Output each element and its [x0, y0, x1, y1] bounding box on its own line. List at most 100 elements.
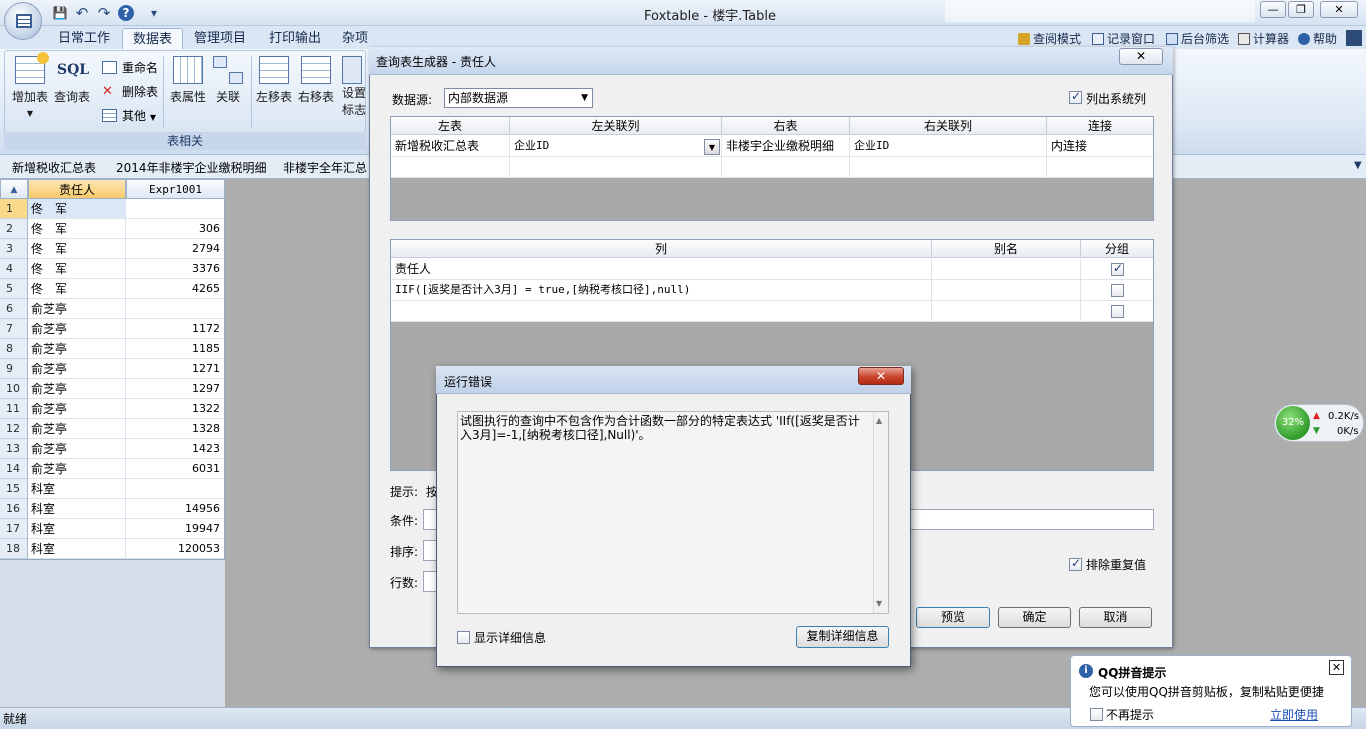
scroll-up-icon[interactable]: ▲ [876, 416, 882, 425]
cell-expr1001[interactable]: 19947 [126, 519, 224, 539]
column-alias-cell[interactable] [932, 259, 1081, 280]
cell-expr1001[interactable]: 6031 [126, 459, 224, 479]
row-number[interactable]: 12 [0, 419, 28, 439]
cell-owner[interactable]: 俞芝亭 [28, 399, 126, 419]
cell-expr1001[interactable]: 1423 [126, 439, 224, 459]
row-number[interactable]: 14 [0, 459, 28, 479]
cell-expr1001[interactable]: 306 [126, 219, 224, 239]
quick-access-dropdown-icon[interactable]: ▾ [146, 5, 162, 21]
row-number[interactable]: 16 [0, 499, 28, 519]
row-number[interactable]: 17 [0, 519, 28, 539]
tab-print-output[interactable]: 打印输出 [259, 28, 331, 50]
tab-manage-project[interactable]: 管理项目 [184, 28, 256, 50]
cell-expr1001[interactable]: 1328 [126, 419, 224, 439]
query-dialog-close-button[interactable]: ✕ [1119, 48, 1163, 65]
row-number[interactable]: 6 [0, 299, 28, 319]
move-right-button[interactable]: 右移表 [294, 56, 338, 105]
qq-popup-close-button[interactable]: ✕ [1329, 660, 1344, 675]
join-cell-right-column[interactable]: 企业ID [850, 136, 1047, 157]
join-empty-cell[interactable] [850, 157, 1047, 178]
relation-button[interactable]: 关联 [206, 56, 250, 105]
cell-owner[interactable]: 俞芝亭 [28, 419, 126, 439]
error-message-scrollbar[interactable] [873, 412, 888, 613]
cell-owner[interactable]: 佟 军 [28, 239, 126, 259]
delete-table-button[interactable]: ✕ 删除表 [102, 82, 158, 102]
list-system-columns-checkbox[interactable] [1069, 89, 1082, 104]
join-header-left-table[interactable]: 左表 [391, 117, 510, 135]
cell-expr1001[interactable] [126, 479, 224, 499]
cell-owner[interactable]: 佟 军 [28, 219, 126, 239]
ribbon-collapse-icon[interactable] [1346, 30, 1362, 46]
doc-tab-tax-summary[interactable]: 新增税收汇总表 [12, 159, 96, 176]
save-icon[interactable]: 💾 [52, 5, 68, 21]
cell-expr1001[interactable] [126, 199, 224, 219]
column-header-owner[interactable]: 责任人 [28, 179, 126, 199]
redo-icon[interactable]: ↷ [96, 5, 112, 21]
doc-tab-tax-detail-2014[interactable]: 2014年非楼宇企业缴税明细 [116, 159, 267, 176]
cell-expr1001[interactable]: 1185 [126, 339, 224, 359]
cell-owner[interactable]: 俞芝亭 [28, 339, 126, 359]
help-icon[interactable]: ? [118, 5, 134, 21]
preview-button[interactable]: 预览 [916, 607, 990, 628]
cell-expr1001[interactable]: 120053 [126, 539, 224, 559]
row-number[interactable]: 13 [0, 439, 28, 459]
restore-button[interactable]: ❐ [1288, 1, 1314, 18]
cell-expr1001[interactable]: 14956 [126, 499, 224, 519]
doc-tab-annual-summary[interactable]: 非楼宇全年汇总 [283, 159, 367, 176]
ok-button[interactable]: 确定 [998, 607, 1071, 628]
cell-owner[interactable]: 俞芝亭 [28, 379, 126, 399]
doc-tabs-dropdown-icon[interactable]: ▼ [1354, 160, 1362, 171]
error-dialog-close-button[interactable]: ✕ [858, 367, 904, 385]
cell-expr1001[interactable]: 1172 [126, 319, 224, 339]
error-dialog-titlebar[interactable] [436, 366, 911, 394]
link-record-window[interactable]: 记录窗口 [1092, 30, 1155, 48]
column-expr-cell[interactable] [391, 301, 932, 322]
rename-button[interactable]: 重命名 [102, 58, 158, 78]
cell-expr1001[interactable]: 1322 [126, 399, 224, 419]
row-number[interactable]: 5 [0, 279, 28, 299]
column-expr-cell[interactable]: 责任人 [391, 259, 932, 280]
close-window-button[interactable]: ✕ [1320, 1, 1358, 18]
join-empty-cell[interactable] [722, 157, 850, 178]
other-button[interactable]: 其他 ▼ [102, 106, 156, 126]
join-empty-cell[interactable] [1047, 157, 1153, 178]
row-number[interactable]: 4 [0, 259, 28, 279]
columns-header-column[interactable]: 列 [391, 240, 932, 258]
cell-expr1001[interactable]: 1297 [126, 379, 224, 399]
cell-owner[interactable]: 俞芝亭 [28, 459, 126, 479]
link-help[interactable]: 帮助 [1298, 30, 1337, 48]
cell-owner[interactable]: 俞芝亭 [28, 359, 126, 379]
minimize-button[interactable]: — [1260, 1, 1286, 18]
columns-header-alias[interactable]: 别名 [932, 240, 1081, 258]
datasource-select[interactable]: 内部数据源 ▼ [444, 88, 593, 108]
show-detail-checkbox[interactable] [457, 631, 470, 644]
row-number[interactable]: 7 [0, 319, 28, 339]
join-empty-cell[interactable] [391, 157, 510, 178]
move-left-button[interactable]: 左移表 [252, 56, 296, 105]
join-cell-right-table[interactable]: 非楼宇企业缴税明细 [722, 136, 850, 157]
link-calculator[interactable]: 计算器 [1238, 30, 1289, 48]
group-checkbox[interactable] [1111, 305, 1124, 318]
row-number[interactable]: 3 [0, 239, 28, 259]
row-number[interactable]: 2 [0, 219, 28, 239]
cell-owner[interactable]: 俞芝亭 [28, 439, 126, 459]
group-checkbox[interactable] [1111, 284, 1124, 297]
copy-detail-button[interactable]: 复制详细信息 [796, 626, 889, 648]
undo-icon[interactable]: ↶ [74, 5, 90, 21]
setup-flag-button[interactable]: 设置 标志 [342, 56, 370, 118]
scroll-down-icon[interactable]: ▼ [876, 599, 882, 608]
column-expr-cell[interactable]: IIF([返奖是否计入3月] = true,[纳税考核口径],null) [391, 280, 932, 301]
join-cell-join-type[interactable]: 内连接 [1047, 136, 1153, 157]
cell-owner[interactable]: 俞芝亭 [28, 299, 126, 319]
row-number[interactable]: 8 [0, 339, 28, 359]
cell-owner[interactable]: 俞芝亭 [28, 319, 126, 339]
link-view-mode[interactable]: 查阅模式 [1018, 30, 1081, 48]
cell-owner[interactable]: 科室 [28, 479, 126, 499]
cell-owner[interactable]: 佟 军 [28, 199, 126, 219]
column-header-expr1001[interactable]: Expr1001 [126, 179, 225, 199]
cancel-button[interactable]: 取消 [1079, 607, 1152, 628]
join-empty-cell[interactable] [510, 157, 722, 178]
cell-expr1001[interactable]: 4265 [126, 279, 224, 299]
join-header-left-column[interactable]: 左关联列 [510, 117, 722, 135]
row-number[interactable]: 11 [0, 399, 28, 419]
